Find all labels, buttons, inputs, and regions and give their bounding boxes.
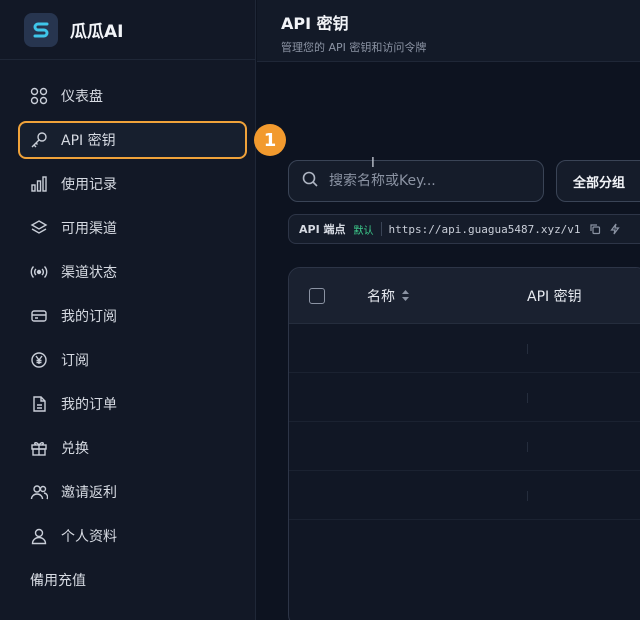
sidebar-item-label: 兑换 <box>61 441 89 457</box>
step-badge: 1 <box>254 124 286 156</box>
sidebar-item-label: 可用渠道 <box>61 221 117 237</box>
page-subtitle: 管理您的 API 密钥和访问令牌 <box>281 41 427 54</box>
search-icon <box>301 170 319 192</box>
page-title: API 密钥 <box>281 14 349 33</box>
sidebar-item-label: 備用充值 <box>30 573 86 589</box>
column-header-api-key: API 密钥 <box>527 288 582 305</box>
search-input[interactable] <box>329 173 529 189</box>
sidebar-nav: 仪表盘 API 密钥 使用记录 可用渠道 渠道状态 我的订阅 订阅 我的订单 兑… <box>0 60 255 602</box>
sidebar-item-profile[interactable]: 个人资料 <box>0 514 255 558</box>
dashboard-icon <box>30 87 48 105</box>
table-row[interactable] <box>289 373 640 422</box>
sidebar-item-dashboard[interactable]: 仪表盘 <box>0 74 255 118</box>
sidebar-item-label: 个人资料 <box>61 529 117 545</box>
sidebar-item-referral[interactable]: 邀请返利 <box>0 470 255 514</box>
layers-icon <box>30 219 48 237</box>
sidebar-item-usage[interactable]: 使用记录 <box>0 162 255 206</box>
card-icon <box>30 307 48 325</box>
sidebar-item-label: 我的订单 <box>61 397 117 413</box>
sidebar-item-label: 订阅 <box>61 353 89 369</box>
sort-icon[interactable] <box>401 289 410 302</box>
sidebar-item-label: 我的订阅 <box>61 309 117 325</box>
divider <box>380 222 382 236</box>
select-all-checkbox[interactable] <box>309 287 325 304</box>
sidebar-item-my-subscriptions[interactable]: 我的订阅 <box>0 294 255 338</box>
group-filter-button[interactable]: 全部分组 <box>556 160 640 202</box>
sidebar-item-api-keys[interactable]: API 密钥 <box>18 121 247 159</box>
sidebar-item-channel-status[interactable]: 渠道状态 <box>0 250 255 294</box>
main-content: API 密钥 管理您的 API 密钥和访问令牌 I 全部分组 API 端点 默认… <box>257 0 640 620</box>
sidebar-item-subscribe[interactable]: 订阅 <box>0 338 255 382</box>
user-icon <box>30 527 48 545</box>
column-header-name[interactable]: 名称 <box>367 286 410 306</box>
lightning-icon[interactable] <box>609 223 621 235</box>
key-icon <box>30 131 48 149</box>
brand[interactable]: 瓜瓜AI <box>0 0 255 60</box>
column-label: 名称 <box>367 288 395 305</box>
brand-name: 瓜瓜AI <box>70 22 124 42</box>
sidebar: 瓜瓜AI 仪表盘 API 密钥 使用记录 可用渠道 渠道状态 我的订阅 订阅 我… <box>0 0 256 620</box>
table-header: 名称 API 密钥 <box>289 268 640 324</box>
sidebar-item-my-orders[interactable]: 我的订单 <box>0 382 255 426</box>
api-endpoint-bar: API 端点 默认 https://api.guagua5487.xyz/v1 <box>288 214 640 244</box>
signal-icon <box>30 263 48 281</box>
users-icon <box>30 483 48 501</box>
yen-icon <box>30 351 48 369</box>
text-cursor-icon: I <box>371 156 375 171</box>
logo-icon <box>24 12 58 47</box>
sidebar-item-channels[interactable]: 可用渠道 <box>0 206 255 250</box>
table-row[interactable] <box>289 422 640 471</box>
sidebar-item-label: 仪表盘 <box>61 89 103 105</box>
sidebar-item-label: 渠道状态 <box>61 265 117 281</box>
gift-icon <box>30 439 48 457</box>
sidebar-item-backup-recharge[interactable]: 備用充值 <box>0 558 255 602</box>
sidebar-item-label: API 密钥 <box>61 133 116 149</box>
api-keys-table: 名称 API 密钥 <box>288 267 640 620</box>
endpoint-url: https://api.guagua5487.xyz/v1 <box>388 222 581 236</box>
bar-chart-icon <box>30 175 48 193</box>
sidebar-item-label: 邀请返利 <box>61 485 117 501</box>
document-icon <box>30 395 48 413</box>
sidebar-item-label: 使用记录 <box>61 177 117 193</box>
search-box[interactable] <box>288 160 544 202</box>
default-tag: 默认 <box>353 225 374 237</box>
copy-icon[interactable] <box>589 223 601 235</box>
page-header: API 密钥 管理您的 API 密钥和访问令牌 <box>257 0 640 62</box>
sidebar-item-redeem[interactable]: 兑换 <box>0 426 255 470</box>
endpoint-label: API 端点 <box>299 223 346 236</box>
table-row[interactable] <box>289 324 640 373</box>
table-row[interactable] <box>289 471 640 520</box>
group-filter-label: 全部分组 <box>573 175 626 191</box>
